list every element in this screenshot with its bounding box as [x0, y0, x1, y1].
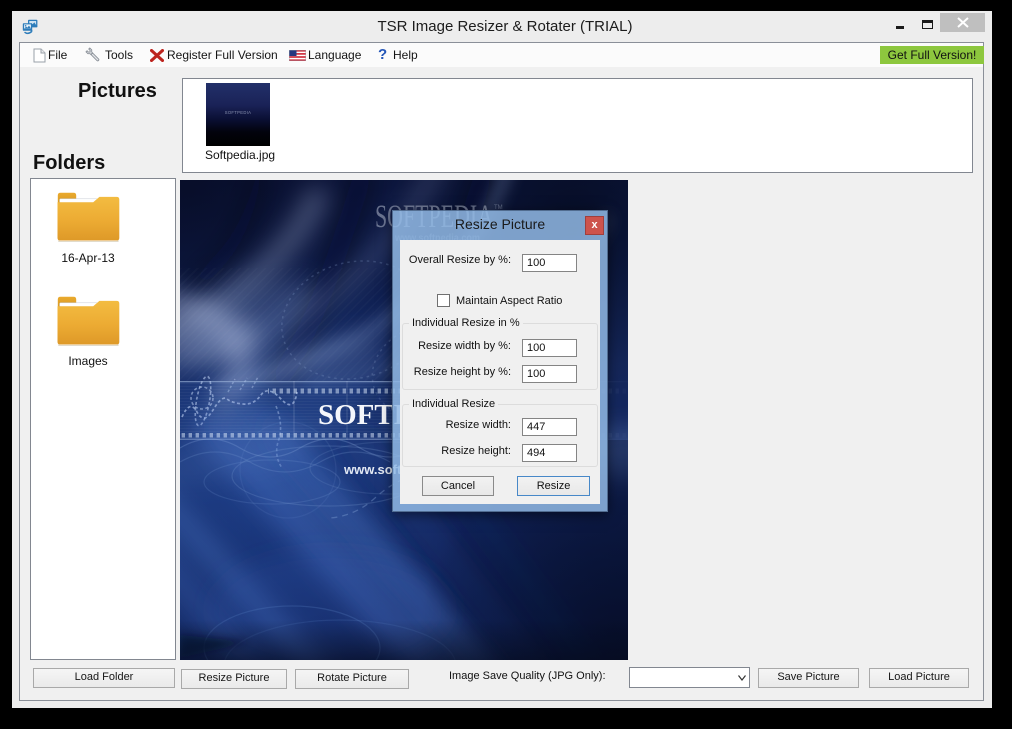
- svg-text:SOFTPEDIA: SOFTPEDIA: [225, 110, 251, 115]
